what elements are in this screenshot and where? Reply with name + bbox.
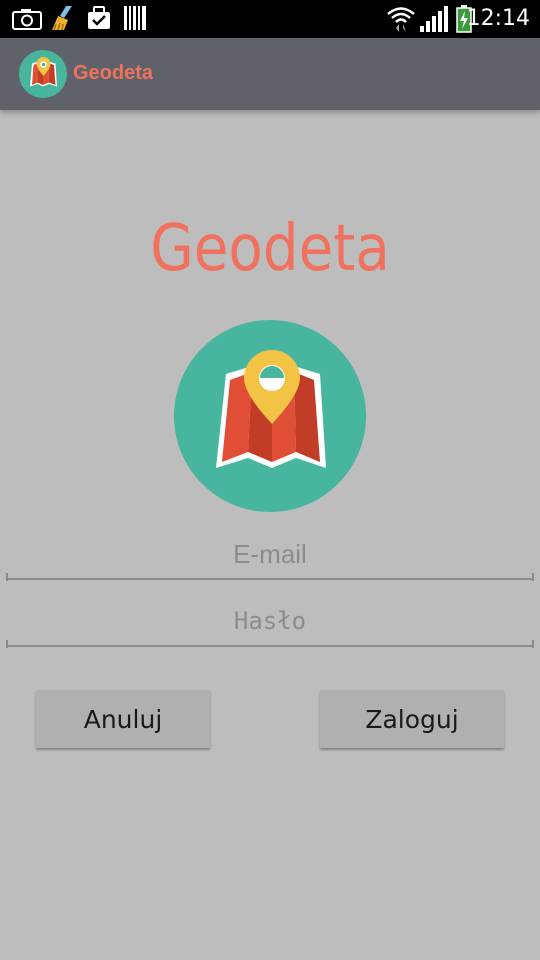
- status-time: 12:14: [466, 6, 530, 31]
- cleaner-icon: [52, 6, 72, 31]
- email-field[interactable]: [6, 530, 534, 580]
- signal-icon: [420, 6, 448, 32]
- briefcase-check-icon: [88, 6, 110, 29]
- cancel-button[interactable]: Anuluj: [36, 690, 210, 748]
- status-bar: 12:14: [0, 0, 540, 38]
- password-field-edge: [532, 640, 534, 648]
- page-title: Geodeta: [150, 212, 390, 286]
- password-field[interactable]: [6, 597, 534, 647]
- password-field-edge: [6, 640, 8, 648]
- barcode-icon: [124, 6, 146, 30]
- map-pin-icon[interactable]: [19, 50, 67, 98]
- action-bar: Geodeta: [0, 38, 540, 110]
- map-pin-icon: [174, 320, 366, 512]
- email-field-edge: [532, 573, 534, 581]
- wifi-icon: [387, 7, 415, 32]
- camera-icon: [12, 9, 42, 30]
- action-bar-title: Geodeta: [73, 62, 154, 84]
- email-field-edge: [6, 573, 8, 581]
- login-button[interactable]: Zaloguj: [320, 690, 504, 748]
